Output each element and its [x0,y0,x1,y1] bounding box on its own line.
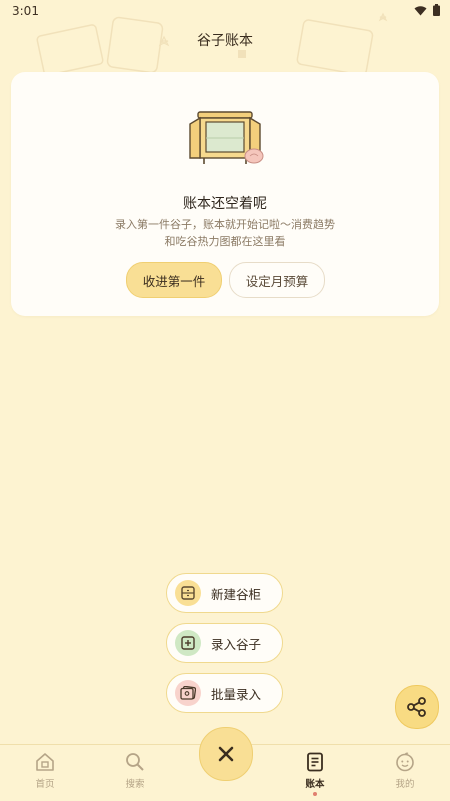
active-tab-dot [313,792,317,796]
ledger-icon [307,752,323,772]
batch-add-label: 批量录入 [211,686,262,702]
empty-state-description: 录入第一件谷子，账本就开始记啦～消费趋势 和吃谷热力图都在这里看 [11,216,439,250]
empty-state-card: 账本还空着呢 录入第一件谷子，账本就开始记啦～消费趋势 和吃谷热力图都在这里看 … [11,72,439,316]
status-time: 3:01 [12,4,39,18]
home-icon [36,753,54,771]
tab-ledger[interactable]: 账本 [285,751,345,796]
add-first-item-button[interactable]: 收进第一件 [126,262,222,298]
add-item-button[interactable]: 录入谷子 [166,623,283,663]
tab-profile-label: 我的 [395,779,415,790]
tab-profile[interactable]: 我的 [375,751,435,790]
empty-state-title: 账本还空着呢 [183,196,267,212]
share-icon [407,697,426,717]
new-cabinet-button[interactable]: 新建谷柜 [166,573,283,613]
share-button[interactable] [395,685,439,729]
tab-ledger-label: 账本 [305,779,325,790]
close-icon [218,746,234,762]
empty-state-desc-line2: 和吃谷热力图都在这里看 [164,235,286,248]
add-square-icon [175,630,201,656]
batch-add-button[interactable]: 批量录入 [166,673,283,713]
set-monthly-budget-button[interactable]: 设定月预算 [229,262,325,298]
close-menu-button[interactable] [199,727,253,781]
tab-home[interactable]: 首页 [15,751,75,790]
search-icon [126,753,144,771]
new-cabinet-label: 新建谷柜 [211,586,262,602]
battery-icon [433,4,440,16]
cabinet-icon [175,580,201,606]
tab-home-label: 首页 [35,779,55,790]
wifi-icon [414,5,427,15]
profile-icon [396,752,414,772]
empty-cabinet-illustration [189,111,264,164]
empty-state-desc-line1: 录入第一件谷子，账本就开始记啦～消费趋势 [115,218,335,231]
status-bar: 3:01 [0,0,450,22]
photos-icon [175,680,201,706]
status-icons [414,4,440,16]
tab-search[interactable]: 搜索 [105,751,165,790]
tab-search-label: 搜索 [125,779,145,790]
add-item-label: 录入谷子 [211,636,262,652]
page-title: 谷子账本 [197,33,253,49]
